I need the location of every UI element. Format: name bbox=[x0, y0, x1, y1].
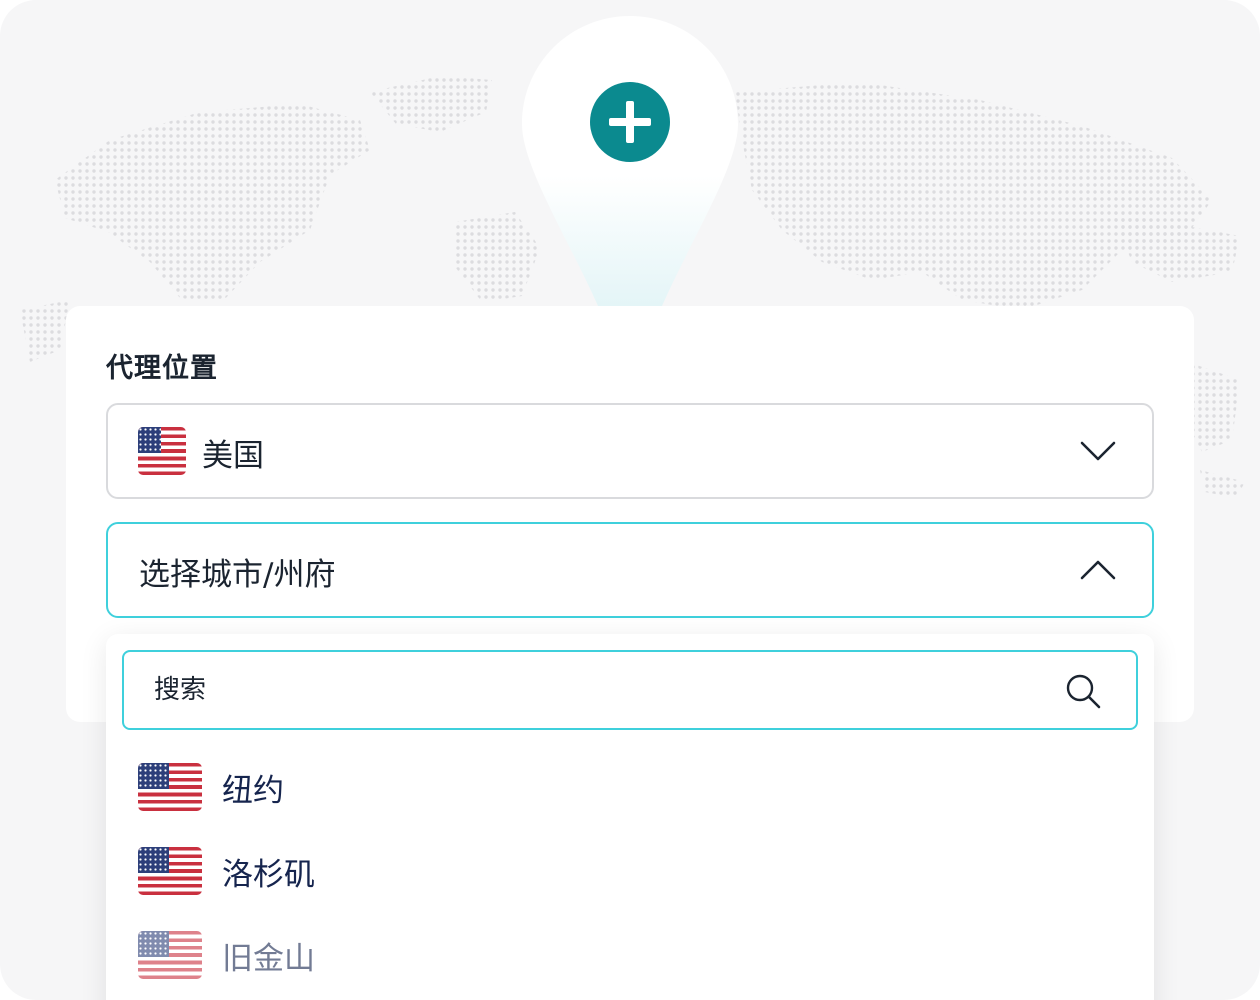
section-label: 代理位置 bbox=[106, 353, 218, 384]
us-flag-icon bbox=[138, 847, 202, 895]
background-panel: 代理位置 美国 选择城市/州府 纽约 洛杉矶 旧金山 bbox=[0, 0, 1260, 1000]
city-option-label: 纽约 bbox=[222, 773, 284, 809]
add-location-button[interactable] bbox=[590, 82, 670, 162]
us-flag-icon bbox=[138, 427, 186, 475]
chevron-down-icon bbox=[1080, 441, 1116, 461]
location-pin-icon bbox=[522, 16, 738, 306]
city-option-los-angeles[interactable]: 洛杉矶 bbox=[138, 845, 1118, 905]
search-input[interactable] bbox=[154, 670, 1014, 710]
city-select[interactable]: 选择城市/州府 bbox=[106, 522, 1154, 618]
city-option-san-francisco[interactable]: 旧金山 bbox=[138, 929, 1118, 989]
city-select-value: 选择城市/州府 bbox=[139, 557, 336, 593]
city-search-box[interactable] bbox=[122, 650, 1138, 730]
country-select-value: 美国 bbox=[202, 438, 264, 474]
country-select[interactable]: 美国 bbox=[106, 403, 1154, 499]
city-option-label: 旧金山 bbox=[222, 941, 315, 977]
search-icon[interactable] bbox=[1064, 672, 1102, 710]
us-flag-icon bbox=[138, 763, 202, 811]
city-option-new-york[interactable]: 纽约 bbox=[138, 761, 1118, 821]
city-option-label: 洛杉矶 bbox=[222, 857, 315, 893]
chevron-up-icon bbox=[1080, 560, 1116, 580]
us-flag-icon bbox=[138, 931, 202, 979]
